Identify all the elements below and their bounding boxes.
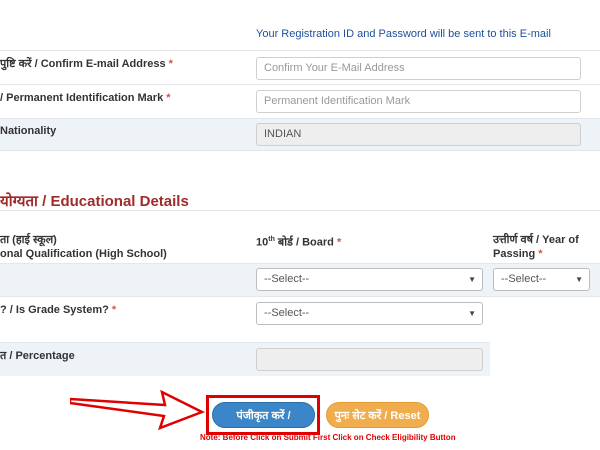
year-of-passing-label: उत्तीर्ण वर्ष / Year of Passing * [493,234,579,260]
register-button[interactable]: पंजीकृत करें / Register [212,402,315,448]
confirm-email-input[interactable]: Confirm Your E-Mail Address [256,57,581,80]
arrow-right-icon [70,389,206,431]
identification-mark-input[interactable]: Permanent Identification Mark [256,90,581,113]
educational-details-title: योग्यता / Educational Details [0,193,189,210]
section-title-divider [0,210,600,211]
nationality-label: Nationality [0,125,57,137]
registration-info-text: Your Registration ID and Password will b… [256,28,551,40]
grade-system-select[interactable]: --Select-- ▼ [256,302,483,325]
identification-mark-label: / Permanent Identification Mark * [0,92,171,104]
grade-system-label: ? / Is Grade System? * [0,304,117,316]
percentage-label: त / Percentage [0,350,75,362]
nationality-input[interactable]: INDIAN [256,123,581,146]
chevron-down-icon: ▼ [575,275,583,284]
reset-button[interactable]: पुनः सेट करें / Reset [326,402,429,428]
percentage-input[interactable] [256,348,483,371]
eligibility-note: Note: Before Click on Submit First Click… [200,433,456,442]
board-label: 10th बोर्ड / Board * [256,236,342,249]
qualification-label: ता (हाई स्कूल) onal Qualification (High … [0,234,167,260]
section-divider [0,150,600,151]
year-of-passing-select[interactable]: --Select-- ▼ [493,268,590,291]
chevron-down-icon: ▼ [468,275,476,284]
chevron-down-icon: ▼ [468,309,476,318]
board-select[interactable]: --Select-- ▼ [256,268,483,291]
confirm-email-label: पुष्टि करें / Confirm E-mail Address * [0,58,173,70]
